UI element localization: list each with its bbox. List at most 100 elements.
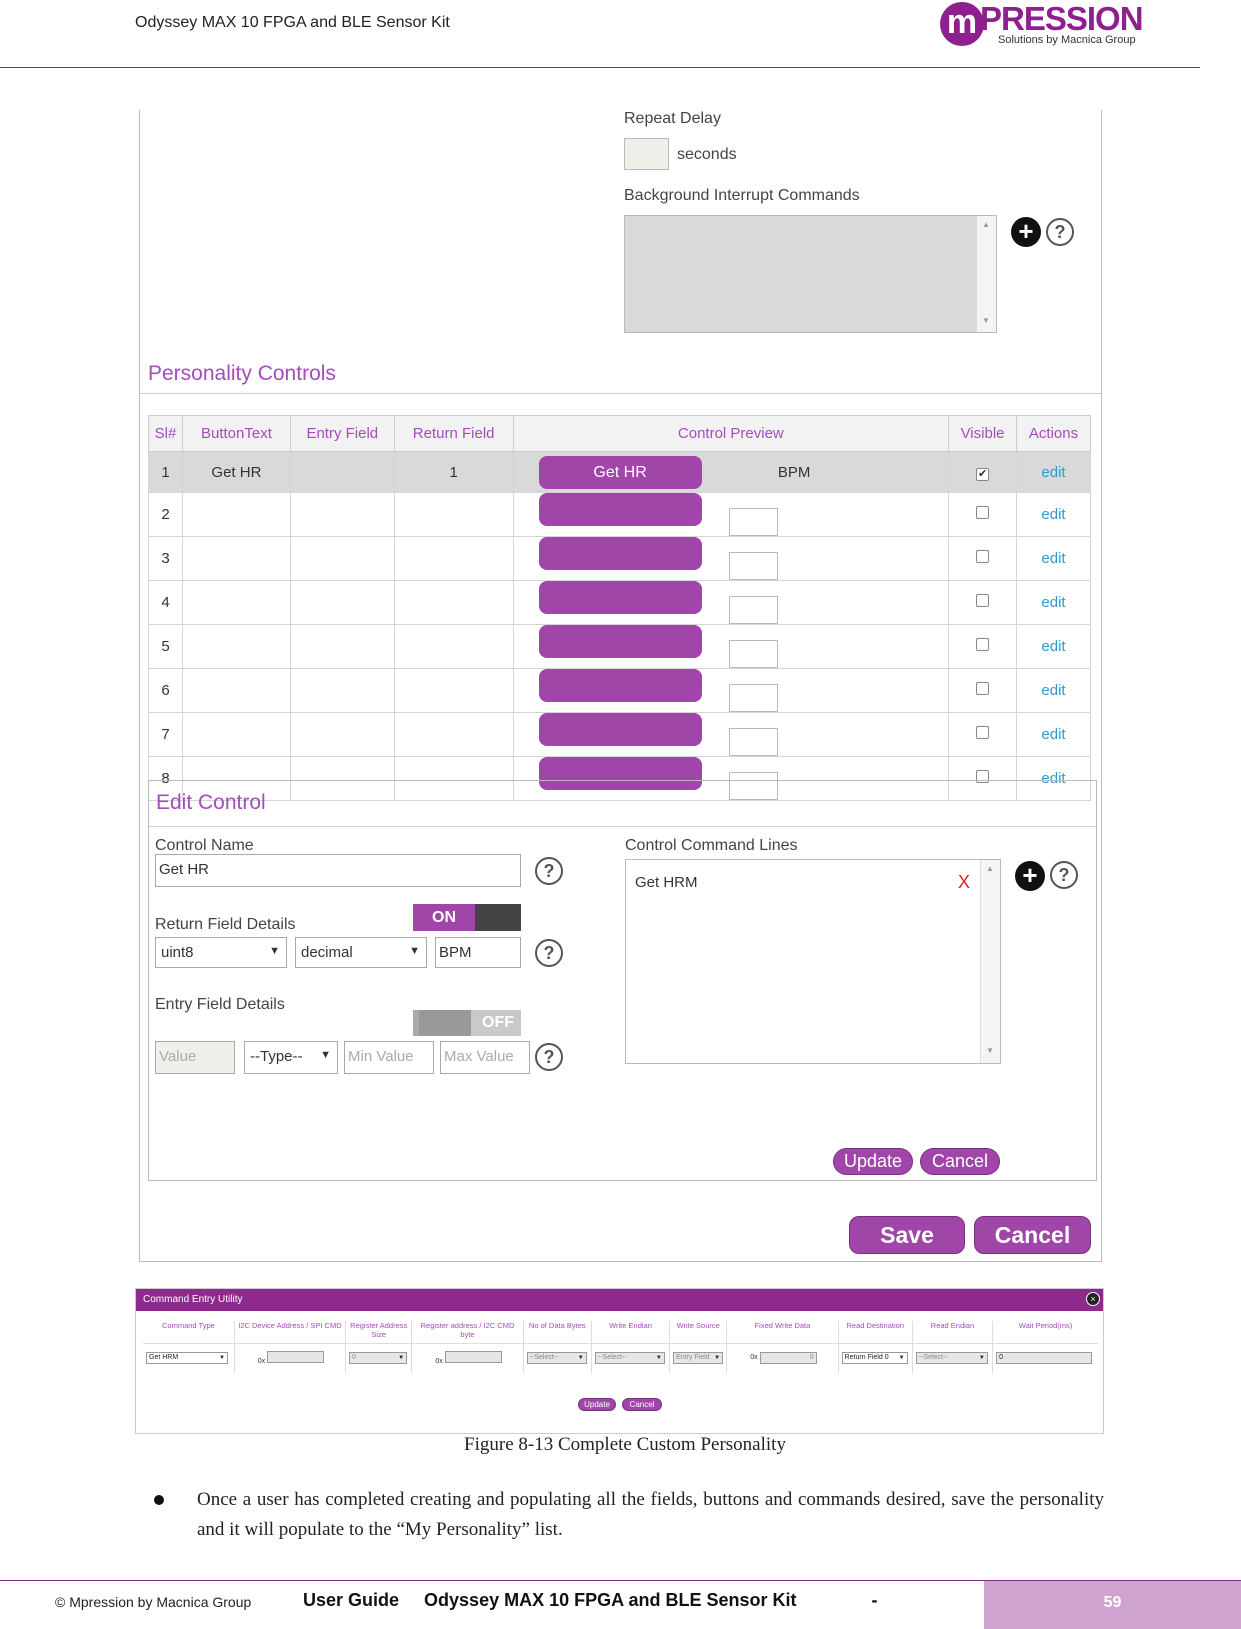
scroll-up-icon[interactable]: ▲ [986,864,994,873]
entry-value-input[interactable]: Value [155,1041,235,1074]
command-entry-utility-titlebar: Command Entry Utility × [136,1289,1103,1311]
table-row[interactable]: 1 Get HR 1 Get HR BPM ✔ edit [148,451,1091,493]
ceu-header-read-endian: Read Endian [912,1321,994,1343]
ceu-update-button[interactable]: Update [578,1398,616,1411]
repeat-delay-input[interactable] [624,138,669,170]
preview-button[interactable] [538,713,702,747]
visible-checkbox[interactable]: ✔ [976,467,990,481]
cancel-button[interactable]: Cancel [920,1148,1000,1175]
table-row[interactable]: 2 edit [148,491,1091,538]
row-entry-field [289,491,395,538]
preview-button[interactable] [538,625,702,659]
preview-button[interactable] [538,669,702,703]
update-button[interactable]: Update [833,1148,913,1175]
personality-controls-table: Sl# ButtonText Entry Field Return Field … [148,415,1091,802]
logo-mark: m [940,2,984,46]
ceu-cancel-button[interactable]: Cancel [622,1398,662,1411]
visible-checkbox[interactable] [976,682,990,696]
save-button[interactable]: Save [849,1216,965,1254]
wait-period-input[interactable]: 0 [996,1352,1093,1365]
control-name-help-icon[interactable]: ? [535,857,563,885]
preview-value-box [728,728,778,757]
write-source-select[interactable]: Entry Field ▼ [673,1352,724,1365]
edit-link[interactable]: edit [1041,550,1065,567]
entry-field-help-icon[interactable]: ? [535,1043,563,1071]
add-command-plus-icon[interactable]: + [1015,861,1045,891]
data-bytes-select[interactable]: --Select-- ▼ [526,1352,587,1365]
table-row[interactable]: 6 edit [148,668,1091,714]
register-size-select[interactable]: 0 ▼ [349,1352,408,1365]
edit-link[interactable]: edit [1041,464,1065,481]
row-visible [948,580,1018,626]
scroll-down-icon[interactable]: ▼ [982,316,990,325]
return-unit-input[interactable]: BPM [435,937,521,968]
edit-link[interactable]: edit [1041,682,1065,699]
background-interrupt-textarea[interactable]: ▲ ▼ [624,215,997,333]
table-row[interactable]: 5 edit [148,624,1091,670]
ceu-header-write-endian: Write Endian [591,1321,671,1343]
row-entry-field [289,624,395,670]
command-line-item[interactable]: Get HRM [635,874,698,891]
return-format-select[interactable]: decimal ▼ [295,937,427,968]
return-type-select[interactable]: uint8 ▼ [155,937,287,968]
row-sl: 6 [148,668,183,714]
row-button-text [181,536,291,582]
edit-link[interactable]: edit [1041,594,1065,611]
remove-command-icon[interactable]: X [958,872,970,893]
scroll-down-icon[interactable]: ▼ [986,1046,994,1055]
device-address-input[interactable] [267,1351,325,1364]
edit-link[interactable]: edit [1041,638,1065,655]
preview-button[interactable] [538,537,702,571]
footer-guide-title: User Guide Odyssey MAX 10 FPGA and BLE S… [303,1590,878,1610]
row-visible [948,668,1018,714]
return-type-value: uint8 [161,944,194,961]
read-endian-select[interactable]: --Select-- ▼ [915,1352,988,1365]
write-endian-select[interactable]: --Select-- ▼ [594,1352,665,1365]
table-row[interactable]: 4 edit [148,580,1091,626]
row-control-preview: Get HR BPM [512,451,950,493]
table-row[interactable]: 3 edit [148,536,1091,582]
fixed-write-data-input[interactable]: 0 [759,1352,817,1365]
read-destination-select[interactable]: Return Field 0 ▼ [841,1352,908,1365]
entry-min-input[interactable]: Min Value [344,1041,434,1074]
register-address-input[interactable] [444,1351,502,1364]
ceu-cell-wait-period: 0 [992,1342,1098,1373]
preview-button[interactable] [538,493,702,526]
document-header-title: Odyssey MAX 10 FPGA and BLE Sensor Kit [135,14,450,31]
row-visible [948,536,1018,582]
visible-checkbox[interactable] [976,594,990,608]
table-row[interactable]: 7 edit [148,712,1091,758]
command-type-select[interactable]: Get HRM ▼ [146,1352,228,1365]
return-field-help-icon[interactable]: ? [535,939,563,967]
close-icon[interactable]: × [1086,1292,1100,1306]
control-name-input[interactable]: Get HR [155,854,521,887]
cancel-personality-button[interactable]: Cancel [974,1216,1091,1254]
visible-checkbox[interactable] [976,726,990,740]
command-lines-help-icon[interactable]: ? [1050,861,1078,889]
edit-link[interactable]: edit [1041,726,1065,743]
scroll-up-icon[interactable]: ▲ [982,220,990,229]
entry-type-select[interactable]: --Type-- ▼ [244,1041,338,1074]
visible-checkbox[interactable] [976,638,990,652]
ceu-cell-read-endian: --Select-- ▼ [912,1342,994,1373]
edit-link[interactable]: edit [1041,506,1065,523]
row-visible: ✔ [948,451,1018,493]
edit-control-title: Edit Control [156,791,266,814]
preview-button[interactable] [538,581,702,615]
visible-checkbox[interactable] [976,550,990,564]
entry-max-input[interactable]: Max Value [440,1041,530,1074]
textarea-scrollbar[interactable]: ▲ ▼ [976,216,996,332]
control-command-lines-list[interactable]: Get HRM X ▲ ▼ [625,859,1001,1064]
visible-checkbox[interactable] [976,506,990,520]
toggle-knob [419,1010,471,1036]
preview-button[interactable]: Get HR [538,455,702,489]
header-divider [0,67,1200,68]
interrupt-help-icon[interactable]: ? [1046,218,1074,246]
command-list-scrollbar[interactable]: ▲ ▼ [980,860,1000,1063]
row-actions: edit [1016,580,1091,626]
chevron-down-icon: ▼ [320,1049,331,1061]
return-field-toggle[interactable]: ON [413,904,521,931]
add-interrupt-plus-icon[interactable]: + [1011,217,1041,247]
entry-field-toggle[interactable]: OFF [413,1010,521,1036]
entry-toggle-off-label: OFF [482,1014,514,1031]
